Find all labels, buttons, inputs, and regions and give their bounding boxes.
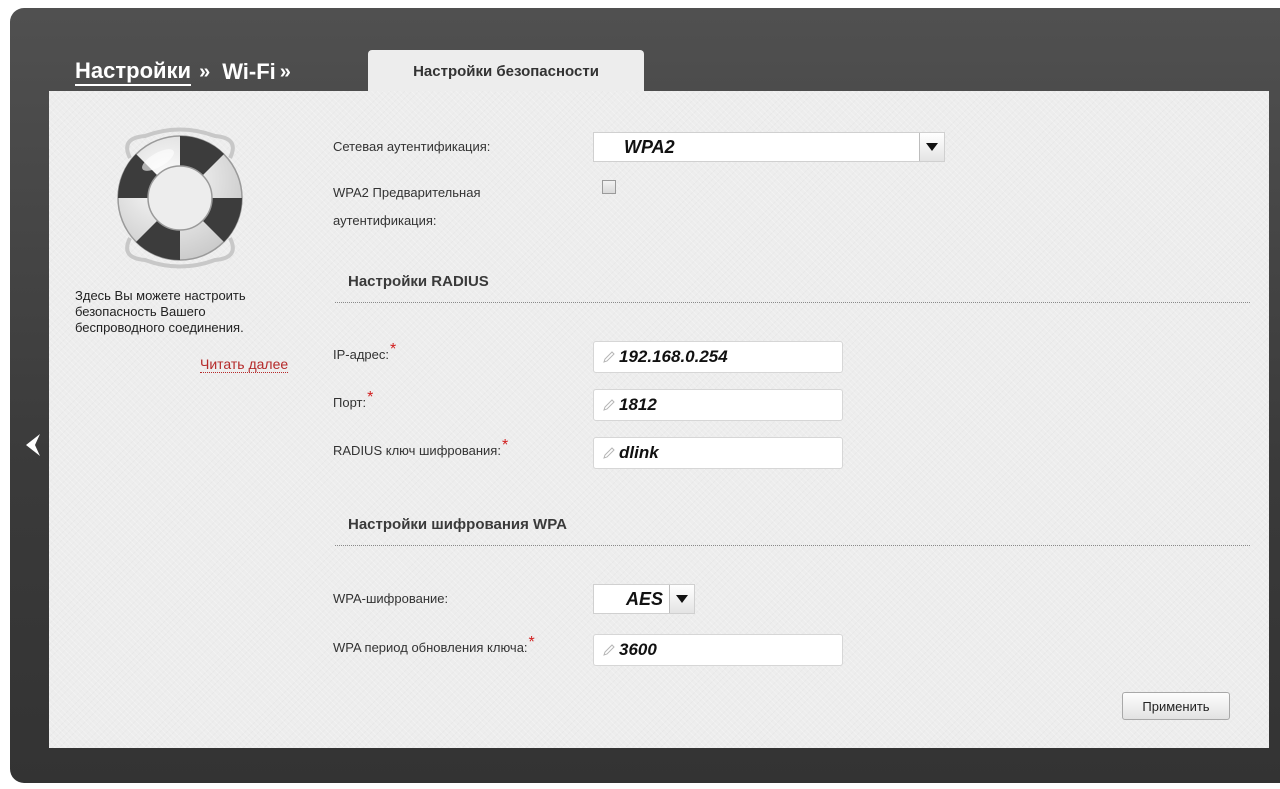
wpa2-preauth-checkbox[interactable]: [602, 180, 616, 194]
wpa2-preauth-label-line1: WPA2 Предварительная: [333, 185, 481, 200]
wpa2-preauth-label-line2: аутентификация:: [333, 213, 437, 228]
radius-divider: [335, 302, 1250, 303]
radius-key-input[interactable]: dlink: [593, 437, 843, 469]
ip-address-value: 192.168.0.254: [619, 347, 728, 366]
radius-key-label-text: RADIUS ключ шифрования:: [333, 443, 501, 458]
ip-address-input[interactable]: 192.168.0.254: [593, 341, 843, 373]
chevron-down-icon[interactable]: [919, 133, 944, 161]
wpa-key-period-value: 3600: [619, 640, 657, 659]
chevron-down-icon[interactable]: [669, 585, 694, 613]
wpa-divider: [335, 545, 1250, 546]
network-auth-select[interactable]: WPA2: [593, 132, 945, 162]
network-auth-label: Сетевая аутентификация:: [333, 139, 491, 154]
radius-key-label: RADIUS ключ шифрования:*: [333, 437, 509, 462]
required-mark: *: [528, 634, 535, 651]
lifebuoy-icon: [117, 127, 243, 269]
ip-address-label: IP-адрес:*: [333, 341, 397, 366]
ip-address-label-text: IP-адрес:: [333, 347, 389, 362]
breadcrumb-settings-link[interactable]: Настройки: [75, 58, 192, 86]
breadcrumb-separator: »: [199, 60, 211, 83]
pencil-icon: [603, 399, 615, 411]
wpa-key-period-label-text: WPA период обновления ключа:: [333, 640, 528, 655]
tab-security-settings[interactable]: Настройки безопасности: [368, 50, 644, 92]
breadcrumb: Настройки » Wi-Fi »: [75, 56, 303, 88]
wpa-encryption-section-title: Настройки шифрования WPA: [348, 516, 567, 533]
wpa-encryption-select[interactable]: AES: [593, 584, 695, 614]
pencil-icon: [603, 351, 615, 363]
wpa-encryption-value: AES: [625, 588, 663, 609]
wpa-key-period-input[interactable]: 3600: [593, 634, 843, 666]
back-arrow-icon[interactable]: [22, 432, 44, 458]
port-input[interactable]: 1812: [593, 389, 843, 421]
required-mark: *: [501, 437, 509, 454]
apply-button[interactable]: Применить: [1122, 692, 1230, 720]
radius-key-value: dlink: [619, 443, 659, 462]
wpa-key-period-label: WPA период обновления ключа:*: [333, 634, 535, 659]
network-auth-value: WPA2: [624, 136, 675, 157]
breadcrumb-separator: »: [279, 60, 291, 83]
port-value: 1812: [619, 395, 657, 414]
security-description: Здесь Вы можете настроить безопасность В…: [75, 288, 246, 335]
pencil-icon: [603, 447, 615, 459]
read-more-link[interactable]: Читать далее: [200, 356, 289, 373]
pencil-icon: [603, 644, 615, 656]
breadcrumb-wifi-link[interactable]: Wi-Fi: [222, 59, 276, 85]
port-label-text: Порт:: [333, 395, 367, 410]
required-mark: *: [390, 341, 397, 358]
port-label: Порт:*: [333, 389, 374, 414]
wpa-encryption-label: WPA-шифрование:: [333, 591, 449, 606]
required-mark: *: [367, 389, 374, 406]
radius-section-title: Настройки RADIUS: [348, 273, 489, 290]
